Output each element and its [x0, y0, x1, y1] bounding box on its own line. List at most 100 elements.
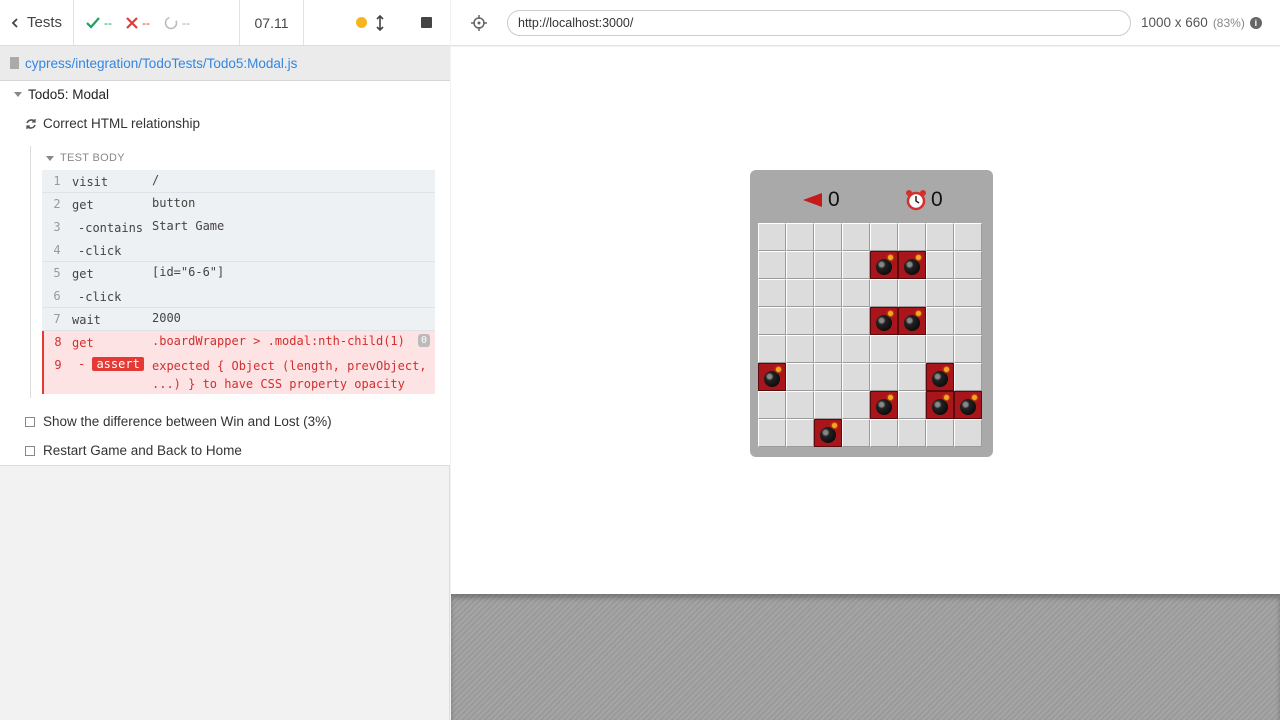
board-cell[interactable] [786, 223, 814, 251]
board-cell[interactable] [954, 279, 982, 307]
board-cell[interactable] [814, 279, 842, 307]
failed-command-row[interactable]: 8 get .boardWrapper > .modal:nth-child(1… [42, 331, 435, 354]
flag-icon [803, 193, 822, 207]
board-cell[interactable] [814, 335, 842, 363]
board-cell[interactable] [786, 363, 814, 391]
board-cell[interactable] [898, 419, 926, 447]
command-row[interactable]: 4 -click [42, 239, 435, 262]
board-cell[interactable] [758, 419, 786, 447]
bomb-cell[interactable] [870, 391, 898, 419]
bomb-cell[interactable] [898, 307, 926, 335]
command-row[interactable]: 3 -contains Start Game [42, 216, 435, 239]
board-cell[interactable] [814, 391, 842, 419]
assert-message-line2: ...) } to have CSS property opacity [152, 377, 405, 391]
board-cell[interactable] [954, 307, 982, 335]
tests-back-button[interactable]: Tests [0, 0, 74, 45]
board-cell[interactable] [870, 335, 898, 363]
command-row[interactable]: 2 get button [42, 193, 435, 216]
board-cell[interactable] [926, 307, 954, 335]
command-row[interactable]: 6 -click [42, 285, 435, 308]
board-cell[interactable] [786, 419, 814, 447]
board-cell[interactable] [758, 335, 786, 363]
test-win-lost[interactable]: Show the difference between Win and Lost… [25, 414, 332, 429]
command-number: 8 [54, 335, 62, 349]
board-cell[interactable] [898, 279, 926, 307]
aut-header: http://localhost:3000/ 1000 x 660 (83%) … [451, 0, 1280, 46]
command-message: 2000 [152, 311, 181, 325]
bomb-cell[interactable] [870, 307, 898, 335]
board-cell[interactable] [954, 363, 982, 391]
board-cell[interactable] [926, 279, 954, 307]
board-cell[interactable] [842, 335, 870, 363]
bomb-cell[interactable] [954, 391, 982, 419]
current-test[interactable]: Correct HTML relationship [25, 116, 200, 131]
board-cell[interactable] [842, 419, 870, 447]
pending-count: -- [182, 15, 190, 30]
test-restart[interactable]: Restart Game and Back to Home [25, 443, 242, 458]
board-cell[interactable] [954, 223, 982, 251]
board-cell[interactable] [758, 307, 786, 335]
board-cell[interactable] [786, 391, 814, 419]
bomb-cell[interactable] [870, 251, 898, 279]
board-cell[interactable] [786, 307, 814, 335]
bomb-cell[interactable] [898, 251, 926, 279]
selector-playground-icon[interactable] [471, 14, 487, 31]
board-cell[interactable] [758, 223, 786, 251]
board-cell[interactable] [758, 279, 786, 307]
board-cell[interactable] [786, 251, 814, 279]
board-cell[interactable] [814, 363, 842, 391]
bomb-cell[interactable] [814, 419, 842, 447]
chevron-left-icon [11, 17, 18, 28]
board-cell[interactable] [926, 335, 954, 363]
board-cell[interactable] [842, 251, 870, 279]
command-message: Start Game [152, 219, 225, 233]
board-cell[interactable] [758, 251, 786, 279]
board-cell[interactable] [870, 279, 898, 307]
board-cell[interactable] [954, 419, 982, 447]
board-cell[interactable] [954, 335, 982, 363]
suite-title[interactable]: Todo5: Modal [14, 87, 109, 102]
flag-count: 0 [828, 188, 840, 211]
board-cell[interactable] [898, 223, 926, 251]
command-row[interactable]: 1 visit / [42, 170, 435, 193]
board-cell[interactable] [786, 335, 814, 363]
board-cell[interactable] [870, 419, 898, 447]
bomb-cell[interactable] [926, 363, 954, 391]
board-cell[interactable] [842, 279, 870, 307]
info-icon[interactable]: i [1249, 16, 1262, 29]
board-cell[interactable] [926, 419, 954, 447]
alarm-clock-icon [906, 190, 926, 211]
board-cell[interactable] [926, 251, 954, 279]
bomb-cell[interactable] [926, 391, 954, 419]
scroll-arrows-icon[interactable] [375, 14, 385, 31]
board-cell[interactable] [814, 307, 842, 335]
failed-stat: -- [126, 16, 150, 30]
board-cell[interactable] [814, 223, 842, 251]
command-message [152, 285, 435, 288]
bomb-cell[interactable] [758, 363, 786, 391]
board-cell[interactable] [898, 335, 926, 363]
command-row[interactable]: 5 get [id="6-6"] [42, 262, 435, 285]
board-cell[interactable] [814, 251, 842, 279]
board-cell[interactable] [842, 391, 870, 419]
board-cell[interactable] [758, 391, 786, 419]
board-cell[interactable] [842, 363, 870, 391]
board-cell[interactable] [954, 251, 982, 279]
board-cell[interactable] [842, 307, 870, 335]
spec-file-link[interactable]: cypress/integration/TodoTests/Todo5:Moda… [25, 56, 297, 71]
command-row[interactable]: 7 wait 2000 [42, 308, 435, 331]
board-cell[interactable] [870, 223, 898, 251]
command-number: 3 [53, 220, 61, 234]
board-cell[interactable] [898, 363, 926, 391]
stop-icon[interactable] [421, 17, 432, 28]
url-bar[interactable]: http://localhost:3000/ [507, 9, 1131, 36]
reporter-panel: Tests -- -- -- 07.11 cypress/integration… [0, 0, 450, 720]
board-cell[interactable] [786, 279, 814, 307]
board-cell[interactable] [926, 223, 954, 251]
board-cell[interactable] [898, 391, 926, 419]
board-cell[interactable] [870, 363, 898, 391]
board-cell[interactable] [842, 223, 870, 251]
test-body-header[interactable]: TEST BODY [46, 152, 125, 164]
x-icon [126, 16, 138, 29]
failed-assert-row[interactable]: 9 - assert expected { Object (length, pr… [42, 354, 435, 394]
